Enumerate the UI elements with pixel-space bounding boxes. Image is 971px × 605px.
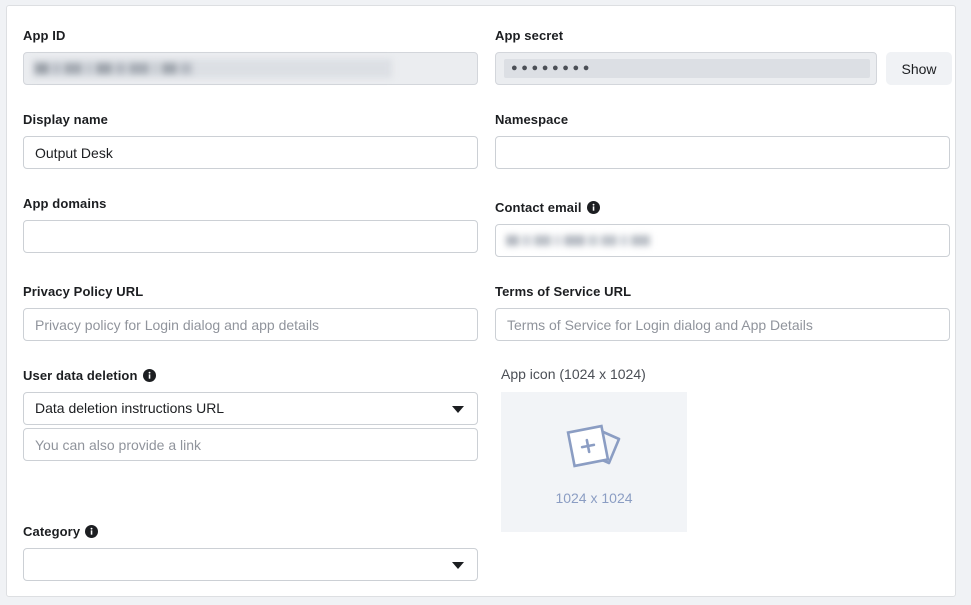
info-icon[interactable] <box>85 525 99 538</box>
privacy-policy-url-input[interactable] <box>23 308 478 341</box>
field-privacy-policy-url: Privacy Policy URL <box>23 284 478 341</box>
category-select[interactable] <box>23 548 478 581</box>
field-app-icon: App icon (1024 x 1024) 1024 x 1024 <box>501 366 956 532</box>
app-icon-uploader[interactable]: 1024 x 1024 <box>501 392 687 532</box>
info-icon[interactable] <box>586 201 600 214</box>
app-icon-label: App icon (1024 x 1024) <box>501 366 646 382</box>
namespace-label: Namespace <box>495 112 569 127</box>
app-icon-uploader-caption: 1024 x 1024 <box>555 489 633 506</box>
category-select-wrap <box>23 548 478 581</box>
user-data-deletion-select-wrap: Data deletion instructions URL <box>23 392 478 425</box>
user-data-deletion-label: User data deletion <box>23 368 478 384</box>
app-id-label: App ID <box>23 28 66 43</box>
category-label-text: Category <box>23 524 81 539</box>
field-app-domains: App domains <box>23 196 478 253</box>
app-id-input[interactable] <box>23 52 478 85</box>
user-data-deletion-link-input[interactable] <box>23 428 478 461</box>
display-name-input[interactable] <box>23 136 478 169</box>
contact-email-label-text: Contact email <box>495 200 582 215</box>
basic-settings-card: App ID Display name App domains <box>6 5 956 597</box>
category-label: Category <box>23 524 478 540</box>
app-secret-label: App secret <box>495 28 564 43</box>
info-icon[interactable] <box>142 369 156 382</box>
field-terms-of-service-url: Terms of Service URL <box>495 284 950 341</box>
contact-email-label: Contact email <box>495 200 950 216</box>
app-domains-label: App domains <box>23 196 107 211</box>
app-domains-input[interactable] <box>23 220 478 253</box>
settings-grid: App ID Display name App domains <box>7 6 955 596</box>
user-data-deletion-label-text: User data deletion <box>23 368 138 383</box>
user-data-deletion-select[interactable]: Data deletion instructions URL <box>23 392 478 425</box>
show-app-secret-button[interactable]: Show <box>886 52 952 85</box>
app-secret-row: ●●●●●●●● Show <box>495 52 952 85</box>
app-id-input-wrap <box>23 52 478 85</box>
field-app-id: App ID <box>23 28 478 85</box>
field-category: Category <box>23 524 478 581</box>
privacy-policy-url-label: Privacy Policy URL <box>23 284 144 299</box>
field-app-secret: App secret ●●●●●●●● Show <box>495 28 952 85</box>
contact-email-input-wrap <box>495 224 950 257</box>
app-secret-input[interactable]: ●●●●●●●● <box>495 52 877 85</box>
field-user-data-deletion: User data deletion Data deletion instruc… <box>23 368 478 461</box>
namespace-input[interactable] <box>495 136 950 169</box>
display-name-label: Display name <box>23 112 109 127</box>
add-photo-icon <box>561 419 627 480</box>
contact-email-input[interactable] <box>495 224 950 257</box>
field-contact-email: Contact email <box>495 200 950 257</box>
app-settings-page: App ID Display name App domains <box>0 0 971 605</box>
terms-of-service-url-label: Terms of Service URL <box>495 284 632 299</box>
terms-of-service-url-input[interactable] <box>495 308 950 341</box>
field-display-name: Display name <box>23 112 478 169</box>
field-namespace: Namespace <box>495 112 950 169</box>
app-secret-masked-value: ●●●●●●●● <box>504 59 870 78</box>
